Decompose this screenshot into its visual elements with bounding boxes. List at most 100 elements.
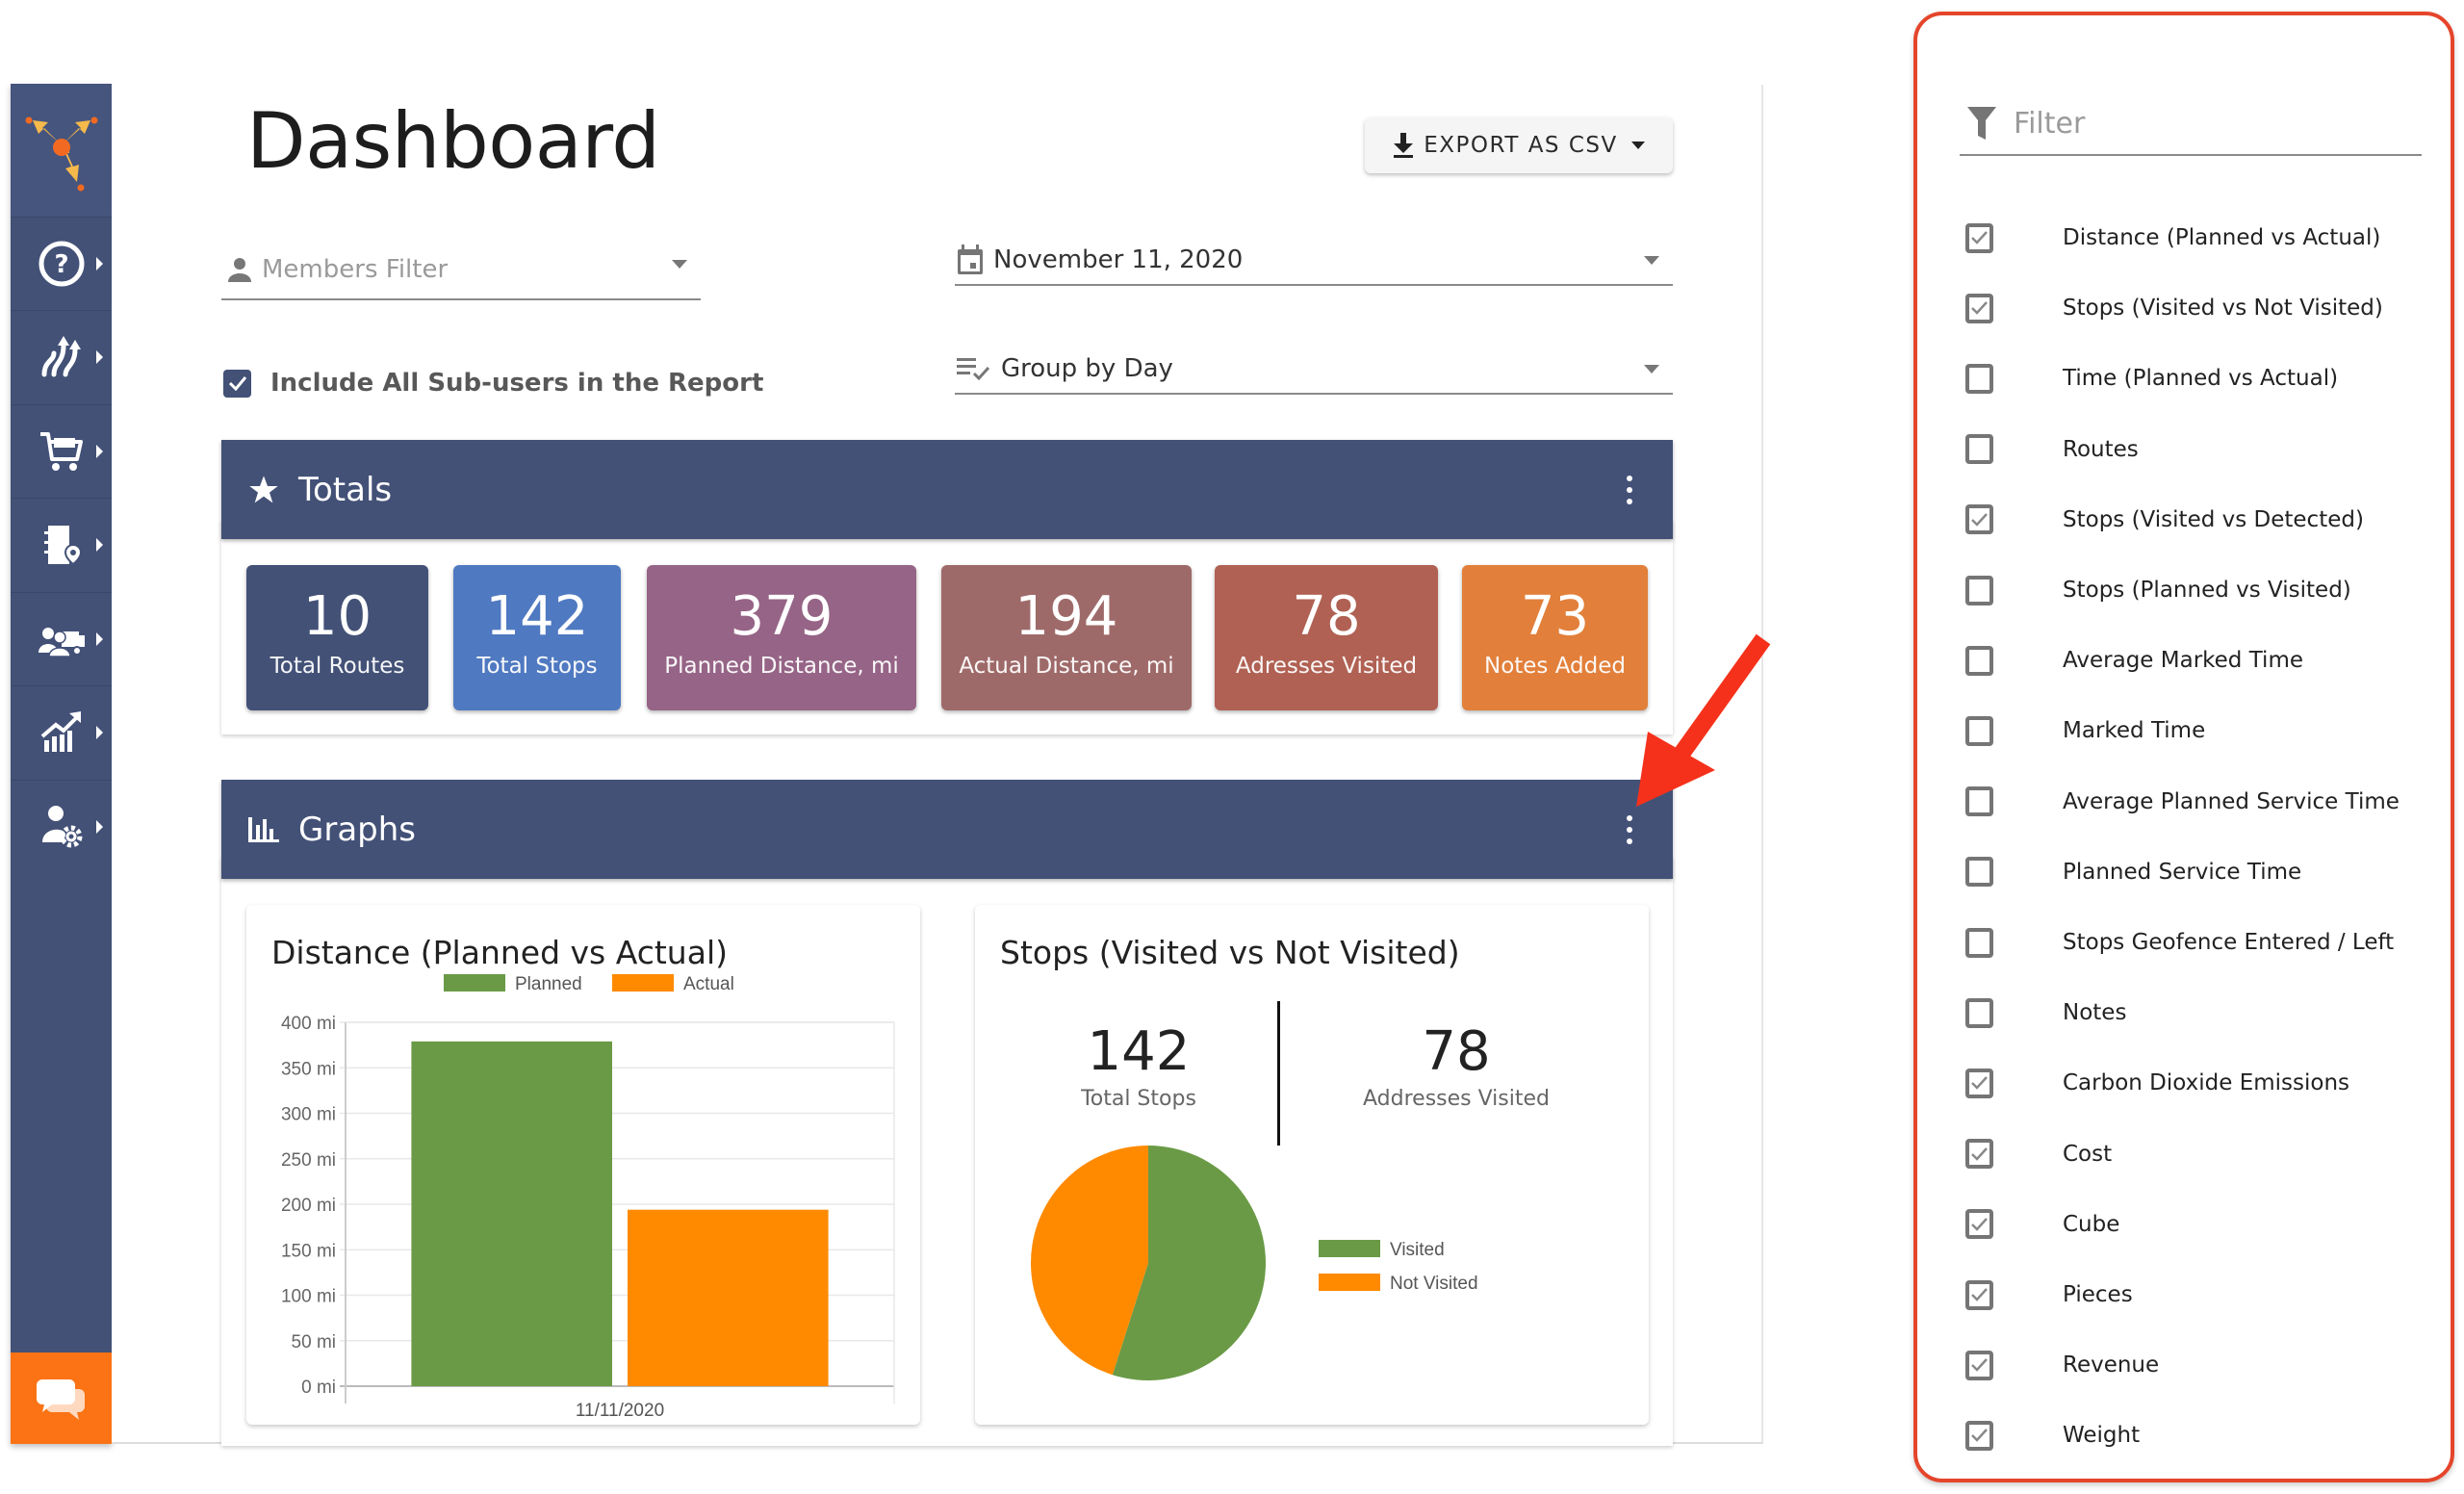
graph-filter-item[interactable]: Stops (Planned vs Visited) bbox=[1965, 566, 2351, 614]
checkbox-checked[interactable] bbox=[223, 369, 251, 398]
checkbox-checked[interactable] bbox=[1965, 1068, 1993, 1098]
calendar-icon bbox=[958, 244, 983, 274]
sidebar-item-address-book[interactable] bbox=[11, 498, 112, 591]
graph-filter-item[interactable]: Stops Geofence Entered / Left bbox=[1965, 918, 2394, 966]
download-icon bbox=[1394, 133, 1414, 158]
graph-filter-item[interactable]: Average Planned Service Time bbox=[1965, 778, 2400, 826]
caret-down-icon bbox=[1630, 142, 1645, 149]
checkbox-checked[interactable] bbox=[1965, 293, 1993, 323]
caret-right-icon bbox=[96, 350, 103, 364]
checkbox-unchecked[interactable] bbox=[1965, 363, 1993, 394]
checkbox-checked[interactable] bbox=[1965, 504, 1993, 535]
graph-filter-item-label: Stops Geofence Entered / Left bbox=[2063, 930, 2395, 955]
caret-down-icon bbox=[672, 260, 687, 269]
date-select[interactable]: November 11, 2020 bbox=[955, 235, 1673, 286]
graph-filter-item[interactable]: Time (Planned vs Actual) bbox=[1965, 354, 2338, 402]
legend-label: Planned bbox=[515, 974, 582, 994]
graph-filter-item[interactable]: Marked Time bbox=[1965, 707, 2205, 755]
y-tick-label: 400 mi bbox=[281, 1014, 336, 1034]
bar-planned bbox=[411, 1041, 612, 1386]
check-icon bbox=[1971, 1358, 1988, 1372]
checkbox-checked[interactable] bbox=[1965, 1279, 1993, 1310]
sidebar-item-routes[interactable] bbox=[11, 310, 112, 403]
graph-filter-item[interactable]: Carbon Dioxide Emissions bbox=[1965, 1059, 2349, 1107]
y-tick-label: 200 mi bbox=[281, 1196, 336, 1216]
help-circle-icon: ? bbox=[38, 241, 84, 287]
totals-title: Totals bbox=[298, 470, 393, 509]
checkbox-unchecked[interactable] bbox=[1965, 575, 1993, 605]
y-tick-label: 350 mi bbox=[281, 1059, 336, 1079]
routes-icon bbox=[41, 336, 81, 377]
graph-filter-item-label: Notes bbox=[2063, 1000, 2127, 1026]
sidebar-item-team-vehicles[interactable] bbox=[11, 592, 112, 685]
checkbox-checked[interactable] bbox=[1965, 1350, 1993, 1380]
stat-tile: 142 Total Stops bbox=[453, 565, 621, 710]
totals-menu-button[interactable] bbox=[1625, 475, 1634, 504]
group-by-value: Group by Day bbox=[1001, 353, 1173, 383]
graph-filter-item[interactable]: Distance (Planned vs Actual) bbox=[1965, 214, 2380, 262]
bar-actual bbox=[628, 1209, 829, 1386]
chat-button[interactable] bbox=[11, 1352, 112, 1444]
stat-tile: 379 Planned Distance, mi bbox=[647, 565, 916, 710]
logo[interactable] bbox=[11, 84, 112, 217]
checkbox-unchecked[interactable] bbox=[1965, 645, 1993, 676]
graph-filter-item[interactable]: Average Marked Time bbox=[1965, 636, 2303, 684]
graph-filter-item[interactable]: Stops (Visited vs Detected) bbox=[1965, 496, 2364, 544]
include-subusers-checkbox[interactable]: Include All Sub-users in the Report bbox=[223, 369, 763, 398]
bar-chart-icon bbox=[248, 816, 279, 842]
sidebar-item-analytics[interactable] bbox=[11, 685, 112, 779]
address-book-icon bbox=[43, 526, 82, 566]
graphs-header: Graphs bbox=[221, 780, 1673, 879]
members-filter-select[interactable]: Members Filter bbox=[221, 241, 701, 300]
y-tick-label: 300 mi bbox=[281, 1105, 336, 1125]
graph-filter-item[interactable]: Pieces bbox=[1965, 1271, 2133, 1319]
check-icon bbox=[228, 376, 246, 391]
graph-filter-item[interactable]: Cost bbox=[1965, 1130, 2112, 1178]
checkbox-unchecked[interactable] bbox=[1965, 786, 1993, 817]
graph-filter-item[interactable]: Routes bbox=[1965, 425, 2139, 474]
graph-filter-item-label: Carbon Dioxide Emissions bbox=[2063, 1070, 2350, 1096]
checkbox-unchecked[interactable] bbox=[1965, 927, 1993, 958]
graph-filter-item[interactable]: Cube bbox=[1965, 1200, 2119, 1249]
checkbox-unchecked[interactable] bbox=[1965, 857, 1993, 888]
y-tick-label: 0 mi bbox=[301, 1378, 336, 1398]
checkbox-checked[interactable] bbox=[1965, 1209, 1993, 1240]
graph-filter-input[interactable] bbox=[2014, 106, 2399, 141]
user-settings-icon bbox=[41, 806, 82, 848]
graph-filter-item[interactable]: Stops (Visited vs Not Visited) bbox=[1965, 284, 2383, 332]
stat-tile-label: Planned Distance, mi bbox=[664, 654, 899, 679]
x-tick-label: 11/11/2020 bbox=[576, 1401, 664, 1421]
graph-filter-item-label: Time (Planned vs Actual) bbox=[2063, 366, 2339, 392]
graph-filter-field[interactable] bbox=[1960, 92, 2422, 156]
checkbox-unchecked[interactable] bbox=[1965, 715, 1993, 746]
graph-filter-item-label: Stops (Planned vs Visited) bbox=[2063, 578, 2351, 603]
sidebar-item-user-settings[interactable] bbox=[11, 780, 112, 873]
sidebar-item-help[interactable]: ? bbox=[11, 217, 112, 310]
stat-tile-label: Actual Distance, mi bbox=[959, 654, 1174, 679]
graph-filter-item[interactable]: Planned Service Time bbox=[1965, 848, 2301, 896]
checkbox-unchecked[interactable] bbox=[1965, 997, 1993, 1028]
graph-filter-item[interactable]: Weight bbox=[1965, 1411, 2140, 1459]
filter-funnel-icon bbox=[1967, 107, 1996, 140]
checkbox-checked[interactable] bbox=[1965, 222, 1993, 253]
y-tick-label: 50 mi bbox=[292, 1332, 336, 1352]
stat-tile-value: 10 bbox=[302, 585, 372, 648]
sidebar-item-orders[interactable] bbox=[11, 404, 112, 498]
checkbox-checked[interactable] bbox=[1965, 1139, 1993, 1170]
team-vehicle-icon bbox=[38, 628, 85, 657]
graph-filter-panel: Distance (Planned vs Actual) Stops (Visit… bbox=[1913, 12, 2454, 1482]
caret-down-icon bbox=[1644, 255, 1659, 265]
graph-filter-item[interactable]: Notes bbox=[1965, 989, 2126, 1037]
kebab-dot bbox=[1627, 498, 1632, 504]
export-csv-button[interactable]: EXPORT AS CSV bbox=[1365, 117, 1673, 173]
graph-filter-item-label: Stops (Visited vs Not Visited) bbox=[2063, 296, 2383, 322]
graph-filter-item[interactable]: Revenue bbox=[1965, 1341, 2159, 1389]
caret-right-icon bbox=[96, 257, 103, 270]
check-icon bbox=[1971, 1288, 1988, 1301]
checkbox-checked[interactable] bbox=[1965, 1420, 1993, 1451]
stops-chart-card: Stops (Visited vs Not Visited) 142 Total… bbox=[975, 905, 1649, 1425]
group-by-select[interactable]: Group by Day bbox=[955, 344, 1673, 395]
checkbox-unchecked[interactable] bbox=[1965, 434, 1993, 465]
caret-right-icon bbox=[96, 820, 103, 834]
check-icon bbox=[1971, 1076, 1988, 1091]
